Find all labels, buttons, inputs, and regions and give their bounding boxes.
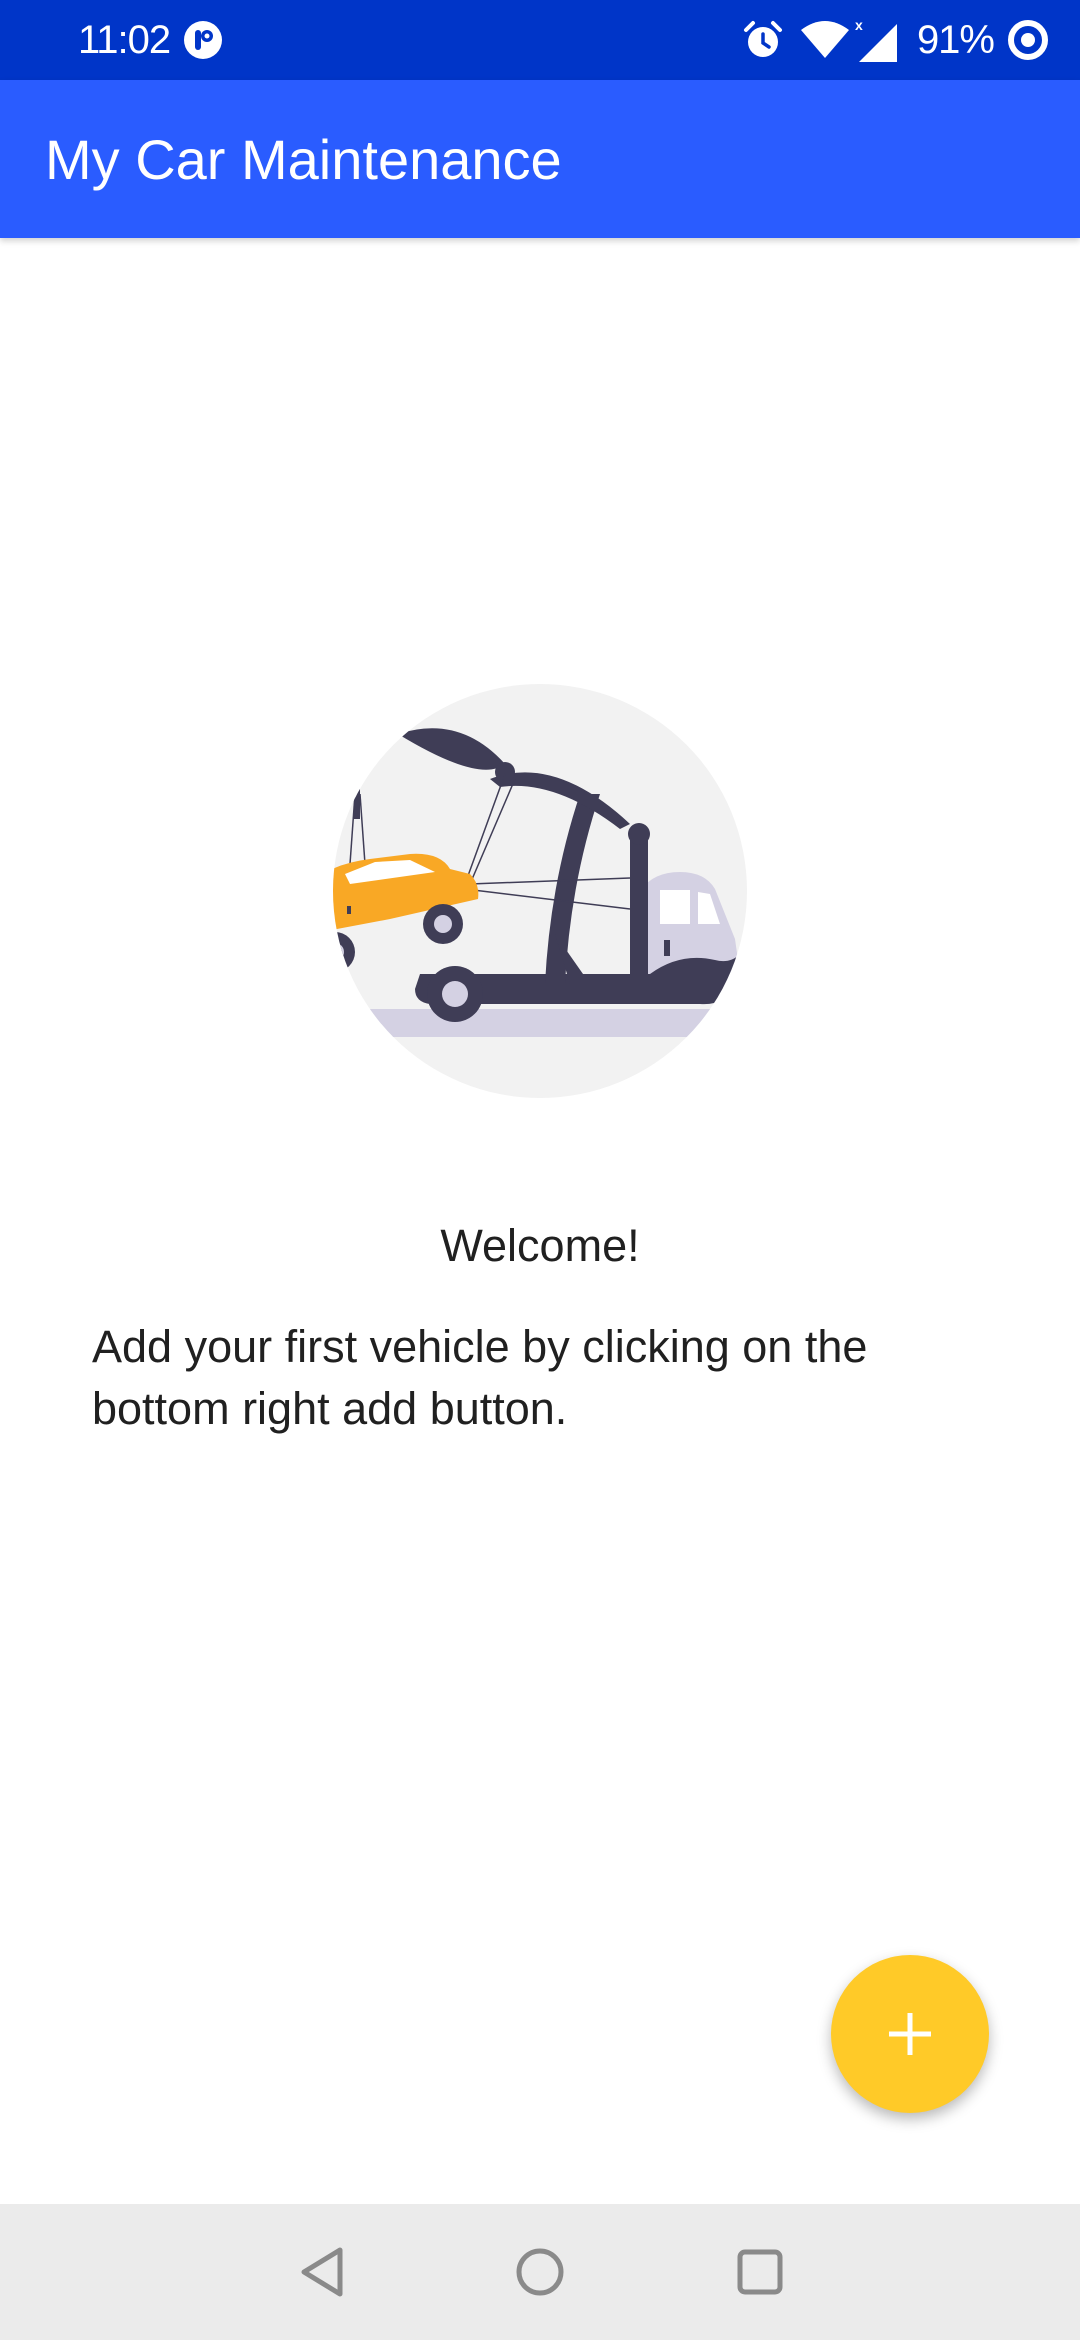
status-time: 11:02 bbox=[78, 18, 171, 62]
recents-icon[interactable] bbox=[730, 2242, 790, 2302]
add-vehicle-button[interactable] bbox=[831, 1955, 989, 2113]
battery-ring-icon bbox=[1008, 20, 1048, 60]
signal-icon: x bbox=[855, 17, 897, 62]
status-bar: 11:02 x 91% bbox=[0, 0, 1080, 80]
battery-percent: 91% bbox=[916, 18, 995, 62]
welcome-heading: Welcome! bbox=[440, 1220, 640, 1271]
alarm-icon bbox=[743, 21, 782, 57]
status-icons: x 91% bbox=[741, 14, 1050, 66]
app-title: My Car Maintenance bbox=[45, 128, 562, 191]
app-bar: My Car Maintenance bbox=[0, 80, 1080, 238]
svg-text:x: x bbox=[855, 17, 863, 33]
navigation-bar bbox=[0, 2204, 1080, 2340]
wifi-icon bbox=[800, 21, 849, 58]
home-icon[interactable] bbox=[510, 2242, 570, 2302]
app-notification-icon bbox=[184, 21, 222, 59]
screen: 11:02 x 91% My Car Maintenance Welcome! … bbox=[0, 0, 1080, 2340]
plus-icon bbox=[889, 2013, 931, 2055]
tow-truck-illustration bbox=[333, 684, 747, 1098]
empty-state-message: Add your first vehicle by clicking on th… bbox=[92, 1321, 868, 1434]
back-icon[interactable] bbox=[292, 2242, 352, 2302]
